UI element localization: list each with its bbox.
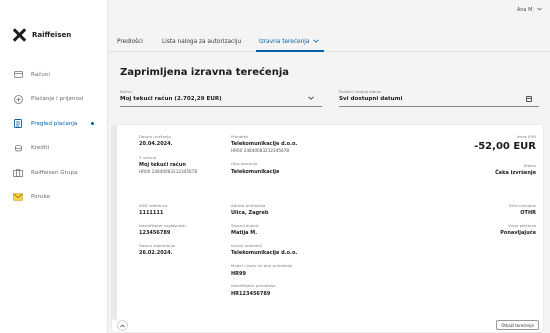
active-tab-underline [256,50,324,52]
purpose-label: Šifra namjene [508,203,536,208]
due-date-value: 20.04.2024. [139,141,173,147]
period-field[interactable]: Svi dostupni datumi [339,96,402,102]
sidebar-item-pregled-placanja[interactable]: Pregled plaćanja [0,113,108,134]
due-date-label: Datum izvršenja [139,134,171,139]
status-value: Čeka izvršenje [495,170,536,176]
sidebar-item-krediti[interactable]: Krediti [0,138,108,159]
tab-label: Izravna terećenja [259,39,310,45]
sidebar-item-raiffeisen-grupa[interactable]: Raiffeisen Grupa [0,162,108,183]
active-indicator-dot [91,122,94,125]
period-field-underline [339,106,539,107]
amount-value: -52,00 EUR [474,141,536,152]
chevron-up-icon [120,324,125,327]
debtor-value: Matija M. [231,230,258,236]
from-account-name: Moj tekući račun [139,162,186,168]
payment-type-value: Ponavljajuće [500,230,536,236]
tab-bar: Predlošci Lista naloga za autorizaciju I… [108,26,550,52]
collapse-button[interactable] [117,320,128,331]
amount-label: Iznos EUR [516,134,536,139]
payee-address-value: Ulica, Zagreb [231,210,269,216]
sidebar: Raiffeisen Računi Plaćanje i prijenosi P… [0,0,108,333]
chevron-down-icon [537,7,542,13]
payee-label: Primatelj [231,134,249,139]
document-icon [13,119,23,129]
payee-address-label: Adresa primatelja [231,203,266,208]
brand-logo[interactable]: Raiffeisen [12,28,71,42]
purpose-value: OTHR [520,210,536,216]
payee-iban: HR00 2484008321234567B [231,148,290,153]
account-select-underline [120,106,322,107]
consent-date-value: 26.02.2024. [139,250,173,256]
sidebar-item-label: Pregled plaćanja [31,120,78,127]
sdd-label: SDD referenca [139,203,168,208]
period-label: Početni i krajnji datum [339,89,382,94]
coins-icon [13,143,23,153]
mail-icon [13,192,23,202]
sidebar-item-label: Plaćanje i prijenosi [31,96,84,102]
sidebar-item-racuni[interactable]: Računi [0,64,108,85]
sidebar-item-placanje[interactable]: Plaćanje i prijenosi [0,89,108,110]
account-label: Račun [120,89,132,94]
from-account-label: S računa [139,155,157,160]
sidebar-item-poruke[interactable]: Poruke [0,187,108,208]
model-value: HR99 [231,271,246,277]
page-title: Zaprimljena izravna terećenja [120,67,289,78]
transfer-icon [13,94,23,104]
description-value: Telekomunikacije [231,169,280,175]
final-payee-value: Telekomunikacije d.o.o. [231,250,298,256]
model-label: Model i poziv na broj primatelja [231,263,293,268]
tab-lista-naloga[interactable]: Lista naloga za autorizaciju [162,39,241,45]
sidebar-nav: Računi Plaćanje i prijenosi Pregled plać… [0,64,108,211]
sidebar-item-label: Poruke [31,194,50,200]
sdd-value: 1111111 [139,210,164,216]
chevron-down-icon [313,39,320,43]
tab-predlosci[interactable]: Predlošci [117,39,143,45]
tab-izravna-terecenja[interactable]: Izravna terećenja [259,39,320,45]
sidebar-item-label: Računi [31,71,50,78]
detail-panel [111,124,544,333]
building-icon [13,168,23,178]
detail-panel-edge [111,124,117,320]
consent-date-label: Datum zaprimanja [139,243,176,248]
account-select[interactable]: Moj tekući račun (2.702,29 EUR) [120,96,222,102]
payee-id-value: HR123456789 [231,291,271,297]
user-menu[interactable]: Ana M. [517,7,542,13]
status-label: Status [523,163,536,168]
from-account-iban: HR00 2484008321234567B [139,169,198,174]
app: Raiffeisen Računi Plaćanje i prijenosi P… [0,0,550,333]
brand-name: Raiffeisen [32,31,72,39]
final-payee-label: Krajnji primatelj [231,243,262,248]
payee-name: Telekomunikacije d.o.o. [231,141,298,147]
description-label: Opis plaćanja [231,161,258,166]
user-name: Ana M. [516,7,534,13]
calendar-icon[interactable] [526,96,532,102]
payee-id-label: Identifikator primatelja [231,283,276,288]
consent-label: Identifikator suglasnosti [139,223,186,228]
payment-type-label: Vrsta plaćanja [508,223,536,228]
debtor-label: Stvarni dužnik [231,223,259,228]
chevron-down-icon[interactable] [308,95,314,102]
sidebar-item-label: Raiffeisen Grupa [31,169,78,176]
sidebar-item-label: Krediti [31,145,50,151]
cancel-debit-button[interactable]: Otkaži terećenje [496,320,539,330]
consent-value: 123456789 [139,230,171,236]
card-icon [13,70,23,80]
raiffeisen-logo-icon [12,28,27,42]
